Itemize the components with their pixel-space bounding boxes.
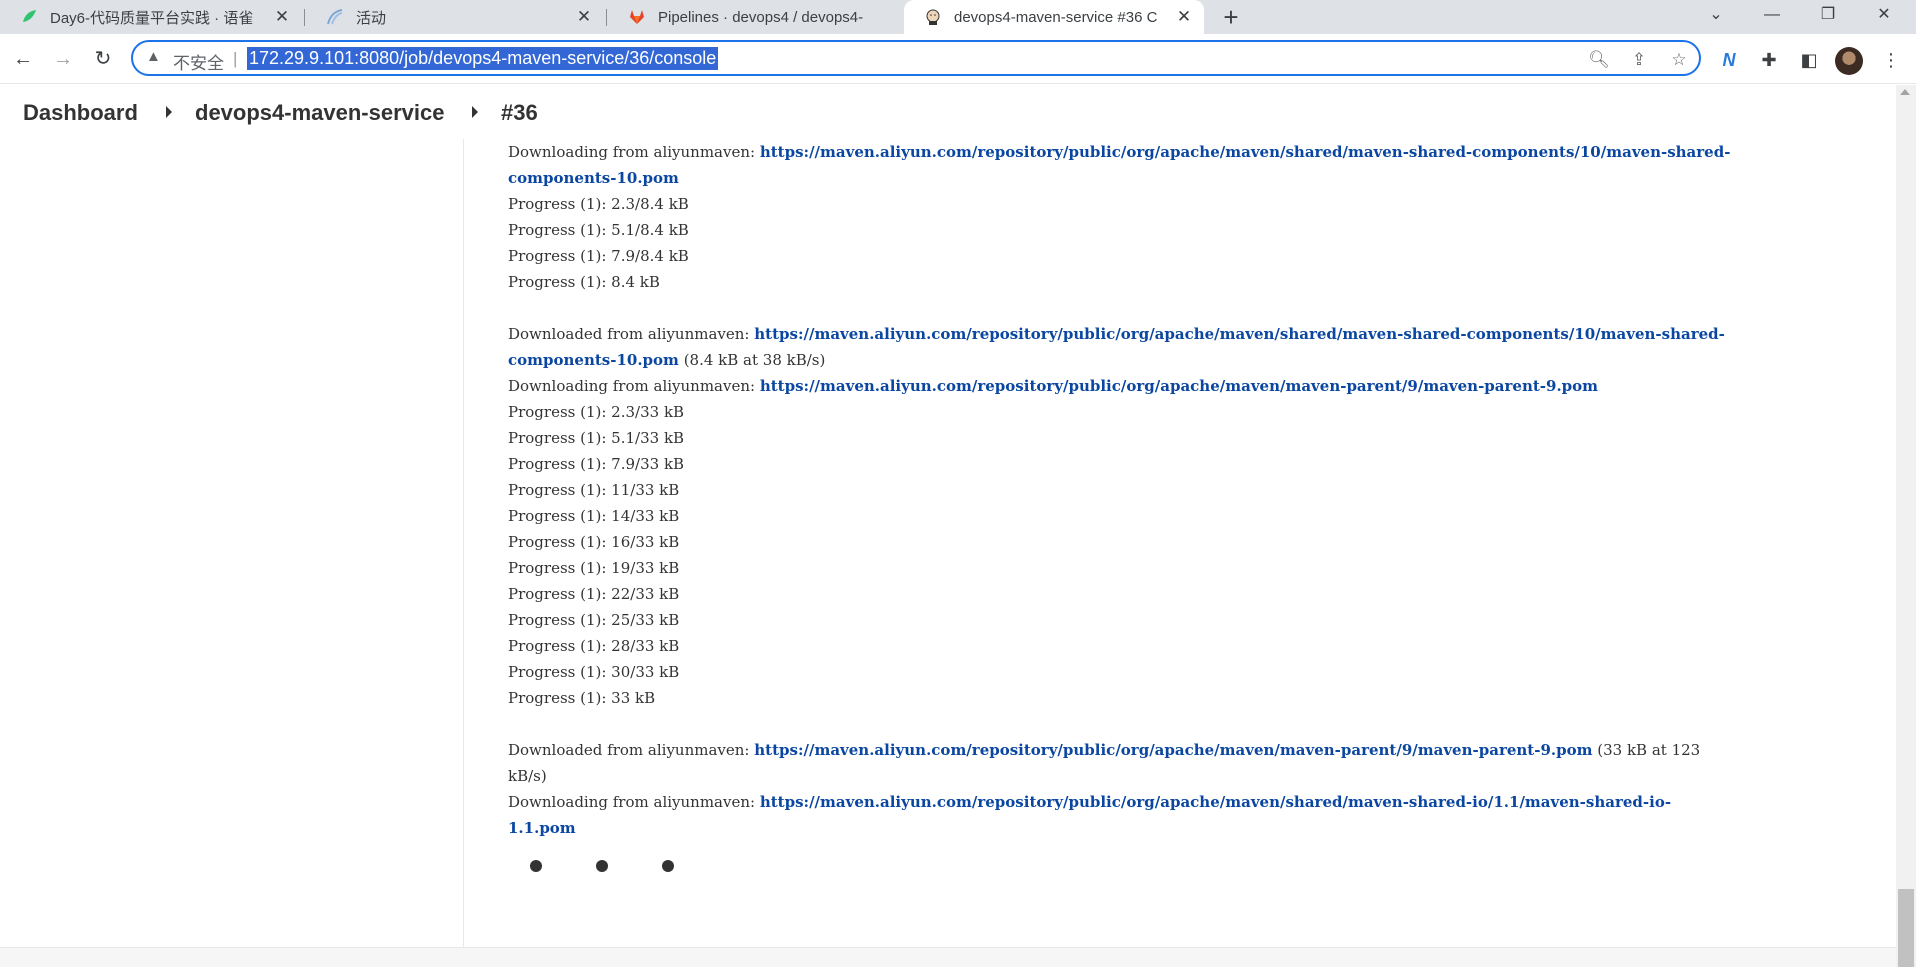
tab-strip: Day6-代码质量平台实践 · 语雀 ✕ 活动 ✕ Pipelines · de… <box>0 0 1916 34</box>
tab-separator <box>304 9 305 26</box>
console-line: components-10.pom (8.4 kB at 38 kB/s) <box>508 351 826 369</box>
close-icon[interactable]: ✕ <box>574 7 594 27</box>
breadcrumb-job[interactable]: devops4-maven-service <box>195 100 444 126</box>
loading-dot <box>530 860 542 872</box>
console-line: Downloading from aliyunmaven: https://ma… <box>508 143 1731 161</box>
console-line: Progress (1): 7.9/8.4 kB <box>508 247 689 265</box>
console-line: Progress (1): 33 kB <box>508 689 656 707</box>
console-line: Progress (1): 28/33 kB <box>508 637 680 655</box>
console-link[interactable]: https://maven.aliyun.com/repository/publ… <box>760 377 1598 395</box>
console-line: components-10.pom <box>508 165 679 191</box>
console-line: Progress (1): 22/33 kB <box>508 585 680 603</box>
address-separator: | <box>233 49 238 68</box>
reload-icon[interactable]: ↻ <box>88 44 118 74</box>
tab-title: 活动 <box>356 9 387 27</box>
breadcrumb: Dashboard devops4-maven-service #36 <box>0 85 1896 139</box>
tab-yuque[interactable]: Day6-代码质量平台实践 · 语雀 ✕ <box>0 0 302 34</box>
window-close-icon[interactable]: ✕ <box>1856 0 1912 34</box>
scroll-thumb[interactable] <box>1898 889 1914 967</box>
console-line: Progress (1): 2.3/8.4 kB <box>508 195 689 213</box>
avatar[interactable] <box>1835 47 1863 75</box>
console-line: Progress (1): 19/33 kB <box>508 559 680 577</box>
breadcrumb-build[interactable]: #36 <box>501 100 538 126</box>
console-line: Progress (1): 8.4 kB <box>508 273 660 291</box>
minimize-icon[interactable]: — <box>1744 0 1800 34</box>
extensions-puzzle-icon[interactable]: ✚ <box>1756 47 1782 73</box>
console-link[interactable]: https://maven.aliyun.com/repository/publ… <box>754 741 1592 759</box>
share-icon[interactable]: ⇪ <box>1627 48 1651 72</box>
scrollbar[interactable] <box>1896 85 1916 967</box>
address-bar[interactable]: ▲ 不安全 | 172.29.9.101:8080/job/devops4-ma… <box>131 40 1701 76</box>
scroll-up-arrow-icon[interactable] <box>1900 89 1910 95</box>
extension-n-icon[interactable]: N <box>1716 47 1742 73</box>
tab-activity[interactable]: 活动 ✕ <box>306 0 604 34</box>
tab-title: Day6-代码质量平台实践 · 语雀 <box>50 9 254 27</box>
tab-jenkins-console[interactable]: devops4-maven-service #36 C ✕ <box>904 0 1204 34</box>
console-line: Progress (1): 7.9/33 kB <box>508 455 685 473</box>
console-link[interactable]: components-10.pom <box>508 169 679 187</box>
console-line: Progress (1): 5.1/8.4 kB <box>508 221 689 239</box>
chevron-right-icon[interactable] <box>166 106 172 118</box>
console-link[interactable]: https://maven.aliyun.com/repository/publ… <box>754 325 1725 343</box>
back-icon[interactable]: ← <box>8 44 38 74</box>
new-tab-button[interactable]: + <box>1216 2 1246 32</box>
gitlab-icon <box>630 10 644 24</box>
tab-separator <box>606 9 607 26</box>
loading-dot <box>596 860 608 872</box>
bookmark-star-icon[interactable]: ☆ <box>1667 48 1691 72</box>
side-panel-icon[interactable]: ◧ <box>1796 47 1822 73</box>
console-line: Progress (1): 16/33 kB <box>508 533 680 551</box>
console-line: Progress (1): 5.1/33 kB <box>508 429 685 447</box>
console-line: Progress (1): 11/33 kB <box>508 481 680 499</box>
jenkins-icon <box>926 9 940 25</box>
console-line: Progress (1): 14/33 kB <box>508 507 680 525</box>
console-line: 1.1.pom <box>508 815 576 841</box>
side-panel <box>0 139 464 947</box>
console-line: Downloaded from aliyunmaven: https://mav… <box>508 741 1701 759</box>
loading-dot <box>662 860 674 872</box>
console-line: Downloading from aliyunmaven: https://ma… <box>508 793 1672 811</box>
menu-icon[interactable]: ⋮ <box>1878 47 1904 73</box>
console-link[interactable]: https://maven.aliyun.com/repository/publ… <box>760 143 1731 161</box>
breadcrumb-dashboard[interactable]: Dashboard <box>23 100 138 126</box>
insecure-label[interactable]: 不安全 <box>173 49 224 74</box>
browser-toolbar: ← → ↻ ▲ 不安全 | 172.29.9.101:8080/job/devo… <box>0 34 1916 84</box>
tab-title: Pipelines · devops4 / devops4- <box>658 8 864 26</box>
console-link[interactable]: components-10.pom <box>508 351 679 369</box>
console-line: kB/s) <box>508 767 547 785</box>
console-link[interactable]: https://maven.aliyun.com/repository/publ… <box>760 793 1671 811</box>
console-line: Progress (1): 30/33 kB <box>508 663 680 681</box>
activity-icon <box>327 9 343 25</box>
page-footer <box>0 947 1896 967</box>
forward-icon[interactable]: → <box>48 44 78 74</box>
close-icon[interactable]: ✕ <box>272 7 292 27</box>
restore-icon[interactable]: ❐ <box>1800 0 1856 34</box>
close-icon[interactable]: ✕ <box>1174 7 1194 27</box>
tab-search-icon[interactable]: ⌄ <box>1688 0 1744 34</box>
url-text[interactable]: 172.29.9.101:8080/job/devops4-maven-serv… <box>247 47 719 70</box>
chevron-right-icon[interactable] <box>472 106 478 118</box>
tab-gitlab-pipelines[interactable]: Pipelines · devops4 / devops4- <box>608 0 900 34</box>
console-line: Downloaded from aliyunmaven: https://mav… <box>508 325 1725 343</box>
warning-icon[interactable]: ▲ <box>146 48 161 65</box>
console-line: Progress (1): 25/33 kB <box>508 611 680 629</box>
tab-title: devops4-maven-service #36 C <box>954 8 1158 26</box>
console-line: Progress (1): 2.3/33 kB <box>508 403 685 421</box>
console-link[interactable]: 1.1.pom <box>508 819 576 837</box>
console-line: Downloading from aliyunmaven: https://ma… <box>508 377 1599 395</box>
zoom-icon[interactable]: 🔍︎ <box>1587 48 1611 72</box>
yuque-icon <box>23 10 36 22</box>
